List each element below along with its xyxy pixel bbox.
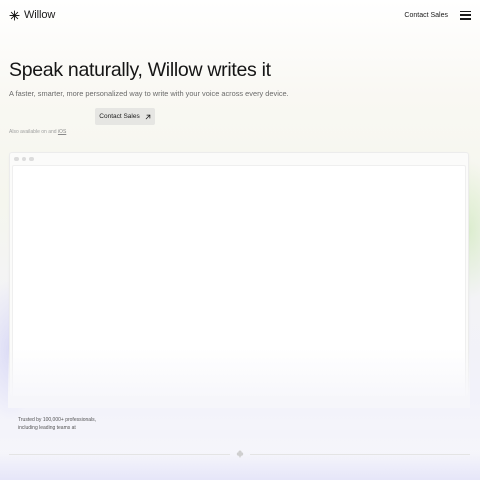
trusted-by-text: Trusted by 100,000+ professionals, inclu… [18, 417, 128, 432]
trusted-by-line-1: Trusted by 100,000+ professionals, [18, 417, 97, 423]
header-contact-sales-link[interactable]: Contact Sales [404, 12, 448, 19]
divider-left [9, 454, 230, 455]
hamburger-menu-icon[interactable] [460, 10, 471, 20]
sprout-icon [236, 450, 244, 458]
menu-line [460, 14, 471, 16]
also-available-prefix: Also available on [9, 129, 47, 135]
logo[interactable]: Willow [9, 9, 55, 21]
site-header: Willow Contact Sales [0, 0, 480, 30]
window-minimize-dot [21, 156, 26, 162]
window-close-dot [14, 156, 19, 162]
logo-text: Willow [24, 9, 56, 21]
divider-right [250, 454, 470, 455]
hero-title: Speak naturally, Willow writes it [9, 59, 271, 81]
willow-logo-icon [9, 9, 20, 21]
app-window-preview [8, 152, 470, 408]
arrow-up-right-icon [145, 114, 150, 119]
menu-line [460, 18, 471, 20]
contact-sales-button-label: Contact Sales [99, 113, 140, 120]
window-maximize-dot [29, 156, 34, 162]
ios-link[interactable]: iOS [58, 129, 66, 135]
trusted-by-line-2: including leading teams at [18, 424, 76, 431]
hero-subtitle: A faster, smarter, more personalized way… [9, 89, 289, 98]
menu-line [460, 10, 471, 12]
window-fade-overlay [8, 348, 470, 408]
header-actions: Contact Sales [404, 10, 471, 20]
also-available-and: and [48, 129, 57, 135]
also-available-note: Also available on and iOS [9, 129, 66, 135]
contact-sales-button[interactable]: Contact Sales [95, 108, 155, 125]
window-titlebar [10, 153, 468, 165]
